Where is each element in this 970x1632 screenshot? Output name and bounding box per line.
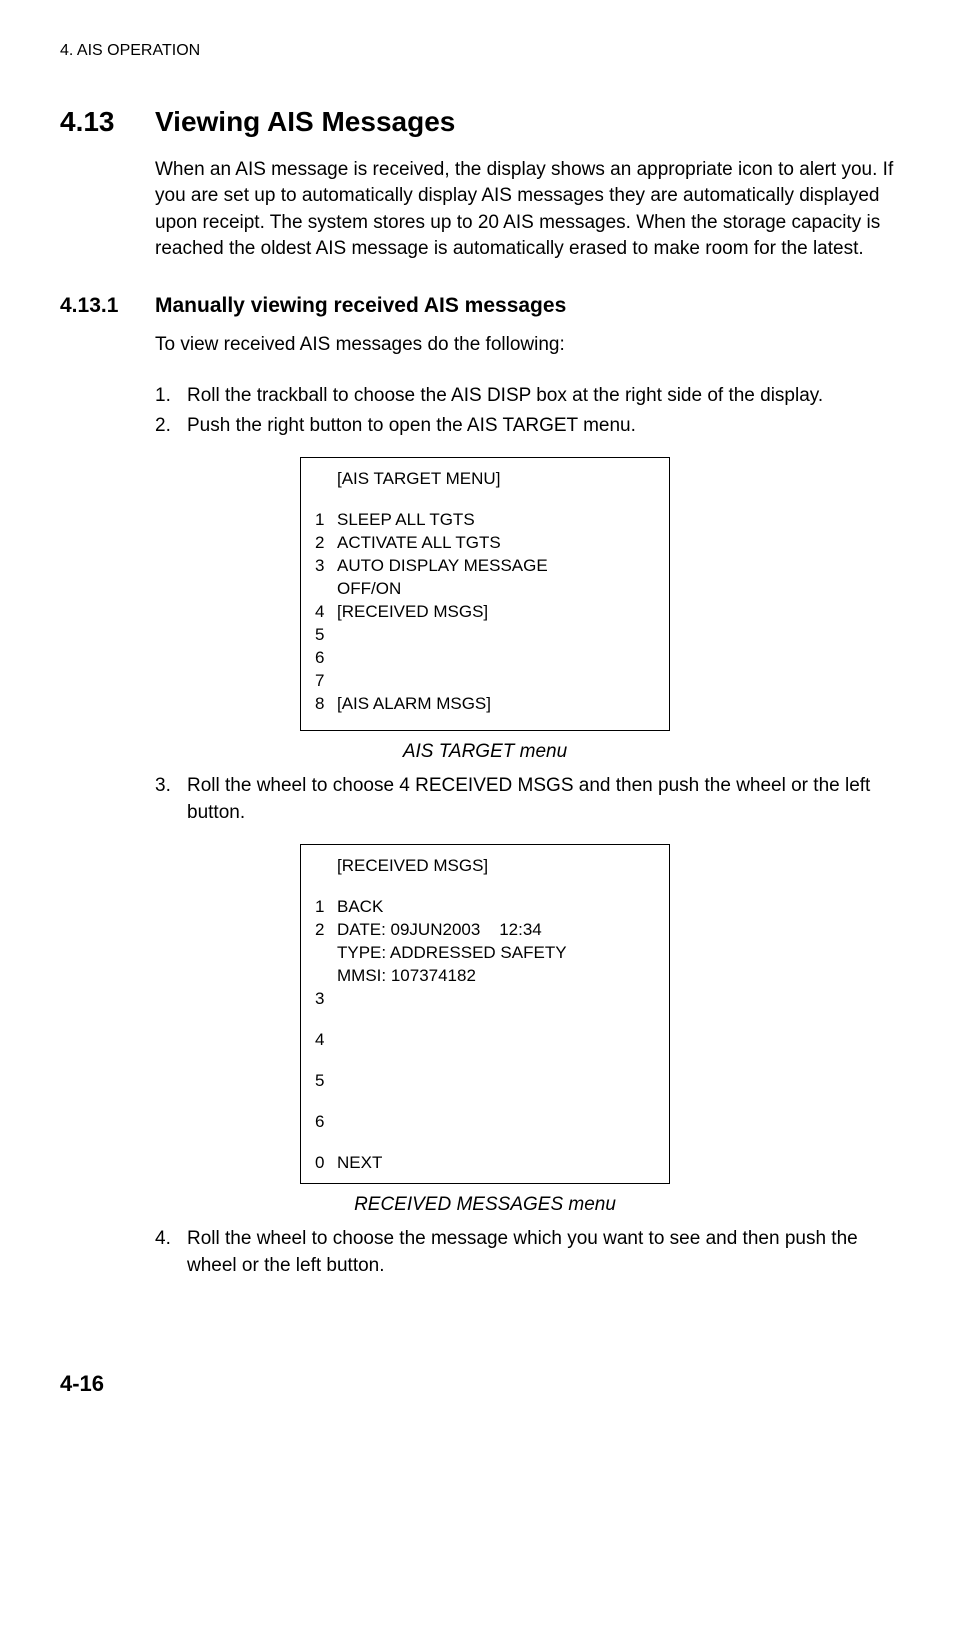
menu-item-number: 5: [315, 1070, 337, 1093]
menu-item-number: 3: [315, 555, 337, 578]
subsection-intro: To view received AIS messages do the fol…: [155, 332, 910, 359]
menu-item-number: 2: [315, 919, 337, 942]
menu-item-text: ACTIVATE ALL TGTS: [337, 532, 501, 555]
list-item: 1. Roll the trackball to choose the AIS …: [155, 383, 910, 410]
menu-item-number: 4: [315, 1029, 337, 1052]
menu-item-number: 8: [315, 693, 337, 716]
list-item: 4. Roll the wheel to choose the message …: [155, 1226, 910, 1279]
menu-item-number: 1: [315, 896, 337, 919]
section-title: Viewing AIS Messages: [155, 102, 455, 141]
menu-title: [AIS TARGET MENU]: [315, 468, 655, 491]
menu-item-text: DATE: 09JUN2003 12:34: [337, 919, 542, 942]
received-msgs-menu-box: [RECEIVED MSGS] 1BACK 2DATE: 09JUN2003 1…: [300, 844, 670, 1183]
menu-item-number: 0: [315, 1152, 337, 1175]
menu-item-text: BACK: [337, 896, 383, 919]
step-text: Push the right button to open the AIS TA…: [187, 413, 910, 440]
menu-item-text: [RECEIVED MSGS]: [337, 601, 488, 624]
menu-item-number: 6: [315, 647, 337, 670]
list-item: 2. Push the right button to open the AIS…: [155, 413, 910, 440]
section-heading: 4.13 Viewing AIS Messages: [60, 102, 910, 141]
step-number: 2.: [155, 413, 187, 440]
menu-item-text: SLEEP ALL TGTS: [337, 509, 475, 532]
subsection-heading: 4.13.1 Manually viewing received AIS mes…: [60, 291, 910, 320]
ais-target-menu-box: [AIS TARGET MENU] 1SLEEP ALL TGTS 2ACTIV…: [300, 457, 670, 730]
section-number: 4.13: [60, 102, 155, 141]
step-number: 3.: [155, 773, 187, 826]
step-text: Roll the trackball to choose the AIS DIS…: [187, 383, 910, 410]
menu-item-text: MMSI: 107374182: [337, 965, 476, 988]
figure-caption: RECEIVED MESSAGES menu: [60, 1192, 910, 1219]
menu-item-text: OFF/ON: [337, 578, 401, 601]
section-intro: When an AIS message is received, the dis…: [155, 157, 910, 263]
page-number: 4-16: [60, 1369, 910, 1400]
subsection-title: Manually viewing received AIS messages: [155, 291, 566, 320]
menu-item-number: 7: [315, 670, 337, 693]
menu-item-text: [AIS ALARM MSGS]: [337, 693, 491, 716]
step-list: 1. Roll the trackball to choose the AIS …: [155, 383, 910, 439]
subsection-number: 4.13.1: [60, 291, 155, 320]
menu-title: [RECEIVED MSGS]: [315, 855, 655, 878]
step-text: Roll the wheel to choose the message whi…: [187, 1226, 910, 1279]
menu-item-number: 1: [315, 509, 337, 532]
menu-item-text: TYPE: ADDRESSED SAFETY: [337, 942, 567, 965]
page-header: 4. AIS OPERATION: [60, 40, 910, 62]
step-number: 4.: [155, 1226, 187, 1279]
menu-item-text: NEXT: [337, 1152, 382, 1175]
menu-item-number: 2: [315, 532, 337, 555]
list-item: 3. Roll the wheel to choose 4 RECEIVED M…: [155, 773, 910, 826]
menu-item-number: 4: [315, 601, 337, 624]
step-number: 1.: [155, 383, 187, 410]
menu-item-number: 3: [315, 988, 337, 1011]
menu-item-number: 5: [315, 624, 337, 647]
menu-item-text: AUTO DISPLAY MESSAGE: [337, 555, 548, 578]
figure-caption: AIS TARGET menu: [60, 739, 910, 766]
menu-item-number: 6: [315, 1111, 337, 1134]
step-text: Roll the wheel to choose 4 RECEIVED MSGS…: [187, 773, 910, 826]
